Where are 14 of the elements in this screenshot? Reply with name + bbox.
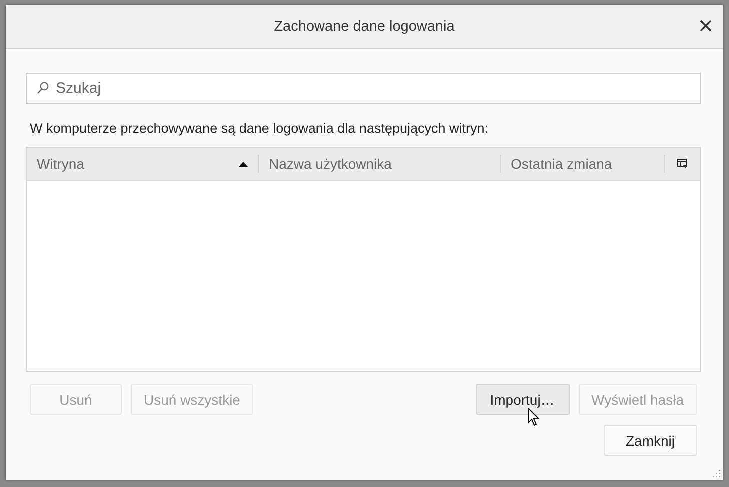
cursor-icon (528, 408, 540, 427)
action-button[interactable]: Importuj… (476, 384, 570, 415)
resize-grip-icon[interactable] (712, 469, 721, 478)
search-field[interactable]: Szukaj (26, 73, 701, 104)
column-picker-icon[interactable] (677, 159, 688, 169)
column-header[interactable]: Ostatnia zmiana (501, 155, 665, 173)
close-icon[interactable] (699, 19, 713, 33)
column-header[interactable]: Nazwa użytkownika (259, 155, 501, 173)
search-input: Szukaj (54, 79, 700, 98)
description-text: W komputerze przechowywane są dane logowania dla następujących witryn: (30, 121, 490, 136)
close-button[interactable]: Zamknij (604, 425, 697, 456)
window-title: Zachowane dane logowania (274, 18, 455, 34)
column-header[interactable]: Witryna (27, 155, 259, 173)
search-icon (37, 82, 49, 95)
